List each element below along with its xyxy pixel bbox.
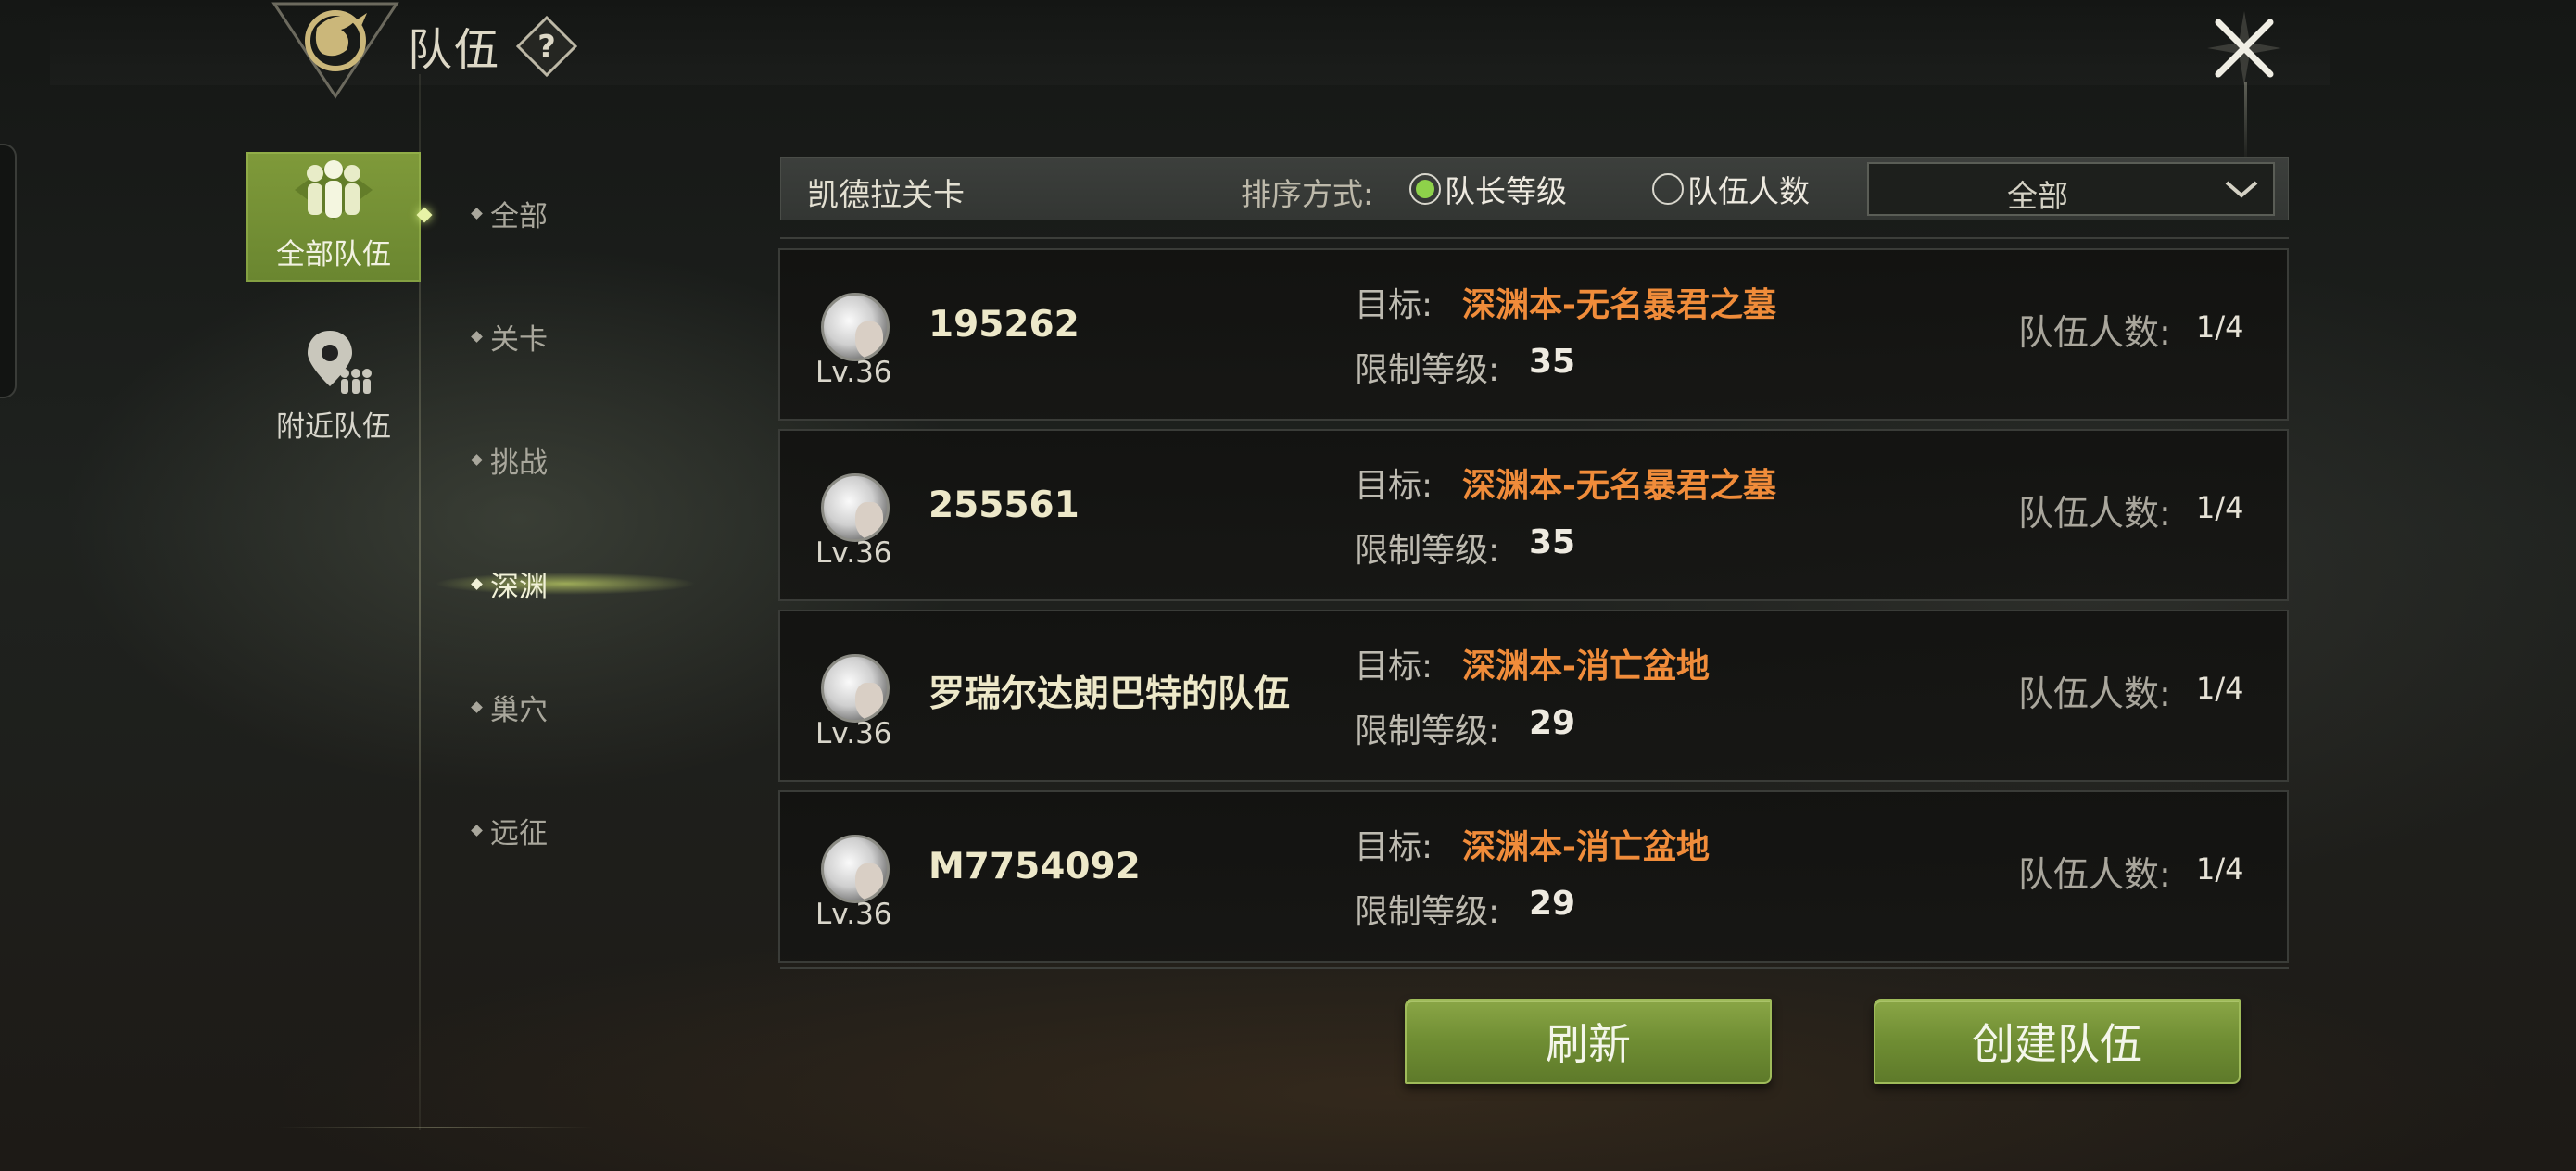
tab-nearby-teams-label: 附近队伍 (276, 410, 391, 444)
sort-by-team-size-radio[interactable]: 队伍人数 (1652, 168, 1810, 210)
dropdown-value: 全部 (2007, 178, 2068, 214)
team-count-value: 1/4 (2196, 851, 2244, 887)
tab-all-teams-label: 全部队伍 (276, 238, 391, 271)
category-label: 全部 (490, 199, 548, 233)
bullet-icon (471, 577, 483, 590)
bullet-icon (471, 824, 483, 837)
team-count-label: 队伍人数: (2018, 312, 2171, 353)
tab-all-teams[interactable]: 全部队伍 (246, 152, 433, 282)
team-name: M7754092 (928, 846, 1141, 888)
sort-label: 排序方式: (1241, 176, 1374, 212)
level-limit-value: 29 (1529, 885, 1576, 923)
list-top-edge (780, 232, 2289, 239)
team-count-value: 1/4 (2196, 309, 2244, 345)
team-count-label: 队伍人数: (2018, 674, 2171, 714)
team-row[interactable]: Lv.36 M7754092 目标: 深渊本-消亡盆地 限制等级: 29 队伍人… (778, 790, 2289, 963)
leader-level: Lv.36 (815, 536, 892, 570)
category-label: 巢穴 (490, 693, 548, 727)
refresh-button[interactable]: 刷新 (1405, 999, 1772, 1084)
target-label: 目标: (1355, 467, 1433, 505)
category-nest[interactable]: 巢穴 (471, 686, 548, 727)
team-count-label: 队伍人数: (2018, 854, 2171, 895)
radio-label: 队长等级 (1445, 173, 1567, 209)
radio-checked-icon (1409, 173, 1441, 205)
location-group-icon (308, 331, 372, 394)
create-team-button[interactable]: 创建队伍 (1874, 999, 2241, 1084)
avatar (821, 835, 890, 903)
bullet-icon (471, 453, 483, 466)
leader-level: Lv.36 (815, 898, 892, 931)
stage-label: 凯德拉关卡 (807, 177, 965, 214)
category-label: 深渊 (490, 570, 548, 604)
level-limit-label: 限制等级: (1355, 532, 1500, 570)
team-name: 罗瑞尔达朗巴特的队伍 (928, 674, 1291, 715)
level-limit-value: 35 (1529, 523, 1576, 561)
decorative-line (278, 1127, 593, 1128)
team-count-value: 1/4 (2196, 490, 2244, 525)
avatar (821, 654, 890, 723)
help-label: ? (537, 29, 556, 66)
team-count-value: 1/4 (2196, 671, 2244, 706)
target-label: 目标: (1355, 286, 1433, 324)
active-tab-indicator (416, 207, 433, 223)
sort-by-leader-level-radio[interactable]: 队长等级 (1409, 168, 1567, 210)
team-row[interactable]: Lv.36 罗瑞尔达朗巴特的队伍 目标: 深渊本-消亡盆地 限制等级: 29 队… (778, 610, 2289, 782)
radio-unchecked-icon (1652, 173, 1684, 205)
group-icon (295, 160, 373, 220)
avatar (821, 473, 890, 542)
target-value: 深渊本-消亡盆地 (1462, 828, 1710, 866)
level-limit-label: 限制等级: (1355, 712, 1500, 750)
target-value: 深渊本-无名暴君之墓 (1462, 467, 1776, 505)
target-label: 目标: (1355, 828, 1433, 866)
dragon-emblem-icon (271, 2, 399, 99)
leader-level: Lv.36 (815, 717, 892, 750)
radio-label: 队伍人数 (1687, 173, 1810, 209)
close-button[interactable] (2205, 9, 2283, 87)
decorative-line (2244, 82, 2247, 165)
page-title: 队伍 (408, 24, 501, 76)
team-name: 195262 (928, 304, 1080, 346)
avatar (821, 293, 890, 361)
level-limit-label: 限制等级: (1355, 893, 1500, 931)
target-value: 深渊本-无名暴君之墓 (1462, 286, 1776, 324)
chevron-down-icon (2225, 181, 2258, 198)
bullet-icon (471, 207, 483, 220)
leader-level: Lv.36 (815, 356, 892, 389)
level-limit-value: 35 (1529, 343, 1576, 381)
stage-filter-dropdown[interactable]: 全部 (1867, 162, 2275, 216)
bullet-icon (471, 330, 483, 343)
team-row[interactable]: Lv.36 255561 目标: 深渊本-无名暴君之墓 限制等级: 35 队伍人… (778, 429, 2289, 601)
screen-edge-decoration (0, 144, 17, 398)
team-name: 255561 (928, 485, 1080, 526)
category-all[interactable]: 全部 (471, 193, 548, 233)
target-label: 目标: (1355, 648, 1433, 686)
level-limit-value: 29 (1529, 704, 1576, 742)
team-count-label: 队伍人数: (2018, 493, 2171, 534)
list-bottom-edge (780, 967, 2289, 975)
team-row[interactable]: Lv.36 195262 目标: 深渊本-无名暴君之墓 限制等级: 35 队伍人… (778, 248, 2289, 421)
level-limit-label: 限制等级: (1355, 351, 1500, 389)
category-expedition[interactable]: 远征 (471, 810, 548, 850)
help-button[interactable]: ? (515, 15, 578, 78)
category-label: 挑战 (490, 446, 548, 480)
target-value: 深渊本-消亡盆地 (1462, 648, 1710, 686)
tab-nearby-teams[interactable]: 附近队伍 (246, 324, 421, 454)
category-abyss[interactable]: 深渊 (471, 563, 548, 604)
category-label: 关卡 (490, 322, 548, 357)
category-stage[interactable]: 关卡 (471, 316, 548, 357)
bullet-icon (471, 700, 483, 713)
filter-bar: 凯德拉关卡 排序方式: 队长等级 队伍人数 全部 (780, 157, 2289, 220)
category-label: 远征 (490, 816, 548, 850)
category-challenge[interactable]: 挑战 (471, 439, 548, 480)
